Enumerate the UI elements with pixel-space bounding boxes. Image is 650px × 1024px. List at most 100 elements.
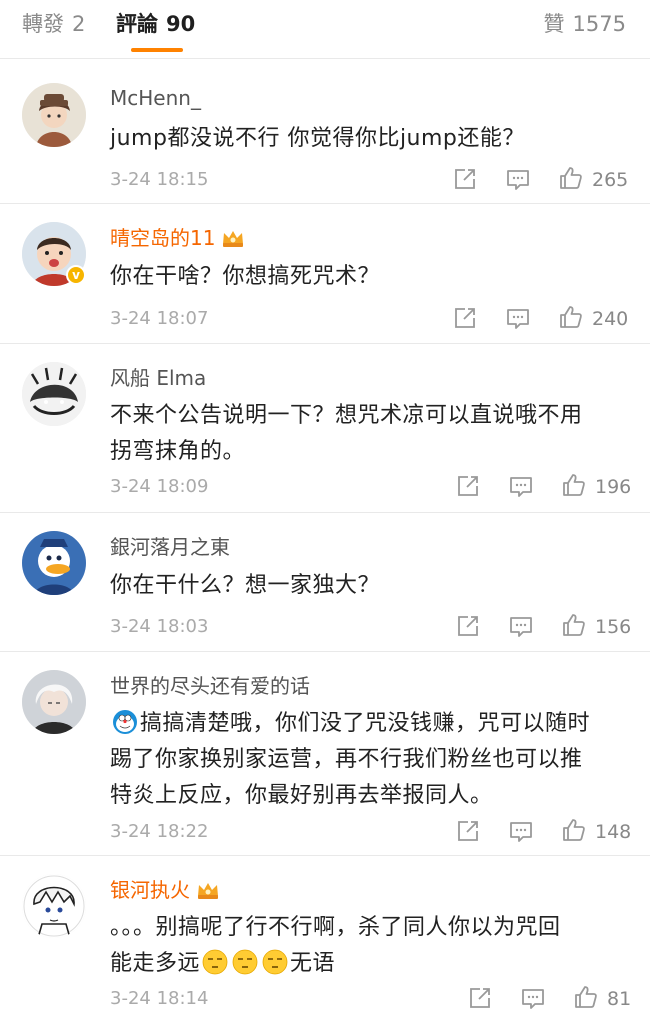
comment-tabs: 轉發 2 評論 90 贊 1575 — [0, 0, 650, 59]
repost-button[interactable] — [467, 985, 493, 1011]
avatar[interactable] — [22, 362, 86, 426]
repost-icon — [458, 616, 478, 636]
like-count: 196 — [595, 476, 632, 498]
avatar-image-anime-boy — [22, 83, 86, 147]
like-button[interactable] — [573, 984, 599, 1010]
reply-button[interactable] — [508, 473, 534, 499]
repost-button[interactable] — [452, 166, 478, 192]
comment-text-line: 踢了你家换别家运营，再不行我们粉丝也可以推 — [110, 747, 583, 772]
comment-item: 銀河落月之東 你在干什么？想一家独大？ 3-24 18:03 156 — [0, 513, 650, 652]
avatar-image-chibi — [22, 874, 86, 938]
comment-time: 3-24 18:07 — [110, 308, 209, 329]
avatar-image-duck — [22, 531, 86, 595]
tab-reposts[interactable]: 轉發 2 — [22, 11, 85, 37]
reply-button[interactable] — [508, 613, 534, 639]
thumbs-up-icon — [563, 819, 585, 841]
repost-button[interactable] — [455, 613, 481, 639]
tab-likes-count: 1575 — [572, 12, 626, 36]
active-tab-indicator — [131, 48, 183, 52]
repost-icon — [455, 308, 475, 328]
username[interactable]: 银河执火 — [110, 877, 220, 903]
comment-text-line: 不来个公告说明一下？想咒术凉可以直说哦不用 — [110, 403, 583, 428]
username-text: 晴空岛的11 — [110, 226, 216, 250]
comment-item: 世界的尽头还有爱的话 搞搞清楚哦，你们没了咒没钱赚，咒可以随时 踢了你家换别家运… — [0, 652, 650, 856]
repost-icon — [458, 476, 478, 496]
repost-button[interactable] — [455, 818, 481, 844]
comment-text-line: 拐弯抹角的。 — [110, 439, 246, 464]
comment-item: v 晴空岛的11 你在干啥？你想搞死咒术？ 3-24 18:07 240 — [0, 204, 650, 344]
like-count: 148 — [595, 821, 632, 843]
thumbs-up-icon — [563, 474, 585, 496]
comment-text-line: 。。。别搞呢了行不行啊，杀了同人你以为咒回 — [110, 915, 561, 940]
avatar[interactable] — [22, 83, 86, 147]
comment-text: 。。。别搞呢了行不行啊，杀了同人你以为咒回 能走多远 无语 — [110, 910, 630, 982]
comment-time: 3-24 18:09 — [110, 476, 209, 497]
thumbs-up-icon — [563, 614, 585, 636]
reply-button[interactable] — [505, 166, 531, 192]
like-count: 265 — [592, 169, 629, 191]
reply-button[interactable] — [508, 818, 534, 844]
like-button[interactable] — [561, 817, 587, 843]
vip-crown-icon — [198, 883, 218, 899]
avatar-image-sketch — [22, 362, 86, 426]
doraemon-emoji — [113, 710, 137, 734]
comment-time: 3-24 18:15 — [110, 169, 209, 190]
repost-icon — [470, 988, 490, 1008]
comment-text: 你在干啥？你想搞死咒术？ — [110, 264, 381, 289]
bored-face-emoji — [232, 949, 258, 975]
thumbs-up-icon — [560, 167, 582, 189]
like-count: 81 — [607, 988, 632, 1010]
repost-icon — [458, 821, 478, 841]
comment-text-segment: 无语 — [290, 951, 336, 976]
comment-text-line: 能走多远 无语 — [110, 946, 630, 982]
comment-icon — [510, 617, 532, 637]
comment-list: McHenn_ jump都没说不行 你觉得你比jump还能？ 3-24 18:1… — [0, 59, 650, 1022]
tab-likes[interactable]: 贊 1575 — [544, 11, 626, 37]
like-button[interactable] — [561, 612, 587, 638]
repost-button[interactable] — [452, 305, 478, 331]
tab-comments-count: 90 — [166, 12, 196, 36]
username[interactable]: 风船 Elma — [110, 365, 206, 391]
reply-button[interactable] — [520, 985, 546, 1011]
like-button[interactable] — [561, 472, 587, 498]
tab-comments[interactable]: 評論 90 — [116, 11, 195, 37]
avatar[interactable] — [22, 670, 86, 734]
comment-icon — [510, 477, 532, 497]
comment-icon — [522, 989, 544, 1009]
username[interactable]: 銀河落月之東 — [110, 534, 230, 560]
comment-text: 你在干什么？想一家独大？ — [110, 573, 381, 598]
tab-reposts-count: 2 — [72, 12, 86, 36]
bored-face-emoji — [262, 949, 288, 975]
username[interactable]: McHenn_ — [110, 85, 201, 111]
comment-text-line-text: 搞搞清楚哦，你们没了咒没钱赚，咒可以随时 — [140, 711, 591, 736]
comment-icon — [507, 170, 529, 190]
like-button[interactable] — [558, 304, 584, 330]
tab-reposts-label: 轉發 — [22, 12, 64, 36]
avatar[interactable] — [22, 874, 86, 938]
comment-icon — [507, 309, 529, 329]
repost-icon — [455, 169, 475, 189]
comment-text-line: 特炎上反应，你最好别再去举报同人。 — [110, 783, 493, 808]
thumbs-up-icon — [575, 986, 597, 1008]
avatar-image-white-hair — [22, 670, 86, 734]
username[interactable]: 世界的尽头还有爱的话 — [110, 673, 310, 699]
comment-time: 3-24 18:03 — [110, 616, 209, 637]
like-count: 156 — [595, 616, 632, 638]
tab-likes-label: 贊 — [543, 12, 565, 36]
comment-text: 不来个公告说明一下？想咒术凉可以直说哦不用 拐弯抹角的。 — [110, 398, 630, 470]
vip-crown-icon — [223, 231, 244, 247]
comment-text-segment: 能走多远 — [110, 951, 201, 976]
comment-time: 3-24 18:22 — [110, 821, 209, 842]
reply-button[interactable] — [505, 305, 531, 331]
verified-badge-icon: v — [66, 265, 86, 285]
avatar[interactable] — [22, 531, 86, 595]
comment-text: 搞搞清楚哦，你们没了咒没钱赚，咒可以随时 踢了你家换别家运营，再不行我们粉丝也可… — [110, 706, 630, 814]
username[interactable]: 晴空岛的11 — [110, 225, 245, 251]
comment-item: McHenn_ jump都没说不行 你觉得你比jump还能？ 3-24 18:1… — [0, 59, 650, 204]
comment-text-line: 搞搞清楚哦，你们没了咒没钱赚，咒可以随时 — [110, 706, 630, 742]
repost-button[interactable] — [455, 473, 481, 499]
comment-time: 3-24 18:14 — [110, 988, 209, 1009]
comment-text: jump都没说不行 你觉得你比jump还能？ — [110, 126, 525, 151]
like-button[interactable] — [558, 165, 584, 191]
username-text: 银河执火 — [110, 878, 190, 902]
